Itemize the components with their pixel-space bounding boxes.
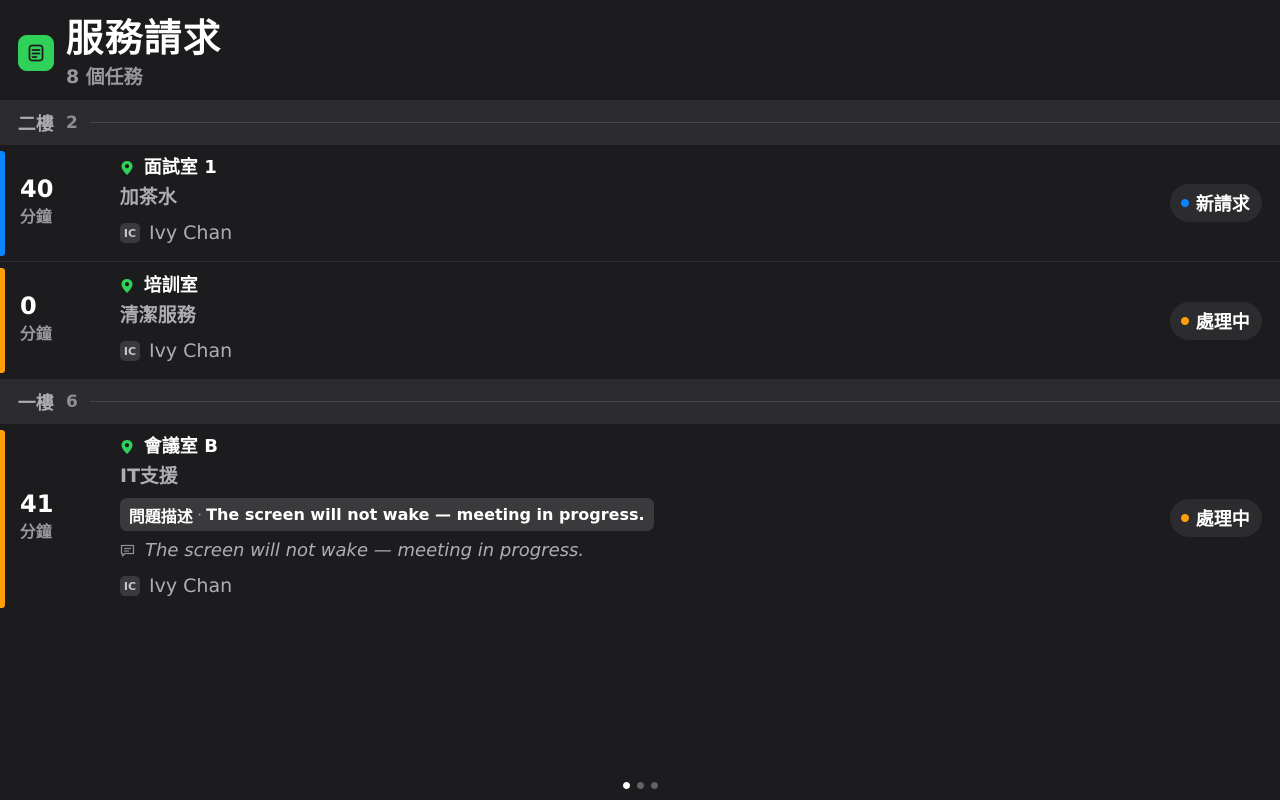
section-divider [89,122,1280,123]
service-type: 清潔服務 [120,304,197,326]
status-dot-icon [1181,317,1189,325]
location: 面試室 1 [120,156,217,180]
status-accent-bar [0,268,5,373]
page-indicator[interactable] [0,782,1280,789]
location-pin-icon [121,440,133,454]
status-badge[interactable]: 新請求 [1170,184,1262,222]
status-badge[interactable]: 處理中 [1170,499,1262,537]
section-header-floor-2: 二樓 2 [0,100,1280,145]
assignee: IC Ivy Chan [120,221,232,245]
status-badge[interactable]: 處理中 [1170,302,1262,340]
request-row[interactable]: 0 分鐘 培訓室 清潔服務 IC Ivy Chan 處理中 [0,262,1280,379]
status-label: 處理中 [1196,509,1250,530]
request-row[interactable]: 41 分鐘 會議室 B IT支援 問題描述 · The screen will … [0,424,1280,614]
status-accent-bar [0,151,5,256]
location-pin-icon [121,279,133,293]
description-label: 問題描述 [129,506,194,526]
elapsed-minutes: 41 [20,490,54,518]
status-label: 新請求 [1196,194,1250,215]
elapsed-unit: 分鐘 [20,522,53,541]
page-title: 服務請求 [66,16,223,60]
assignee-name: Ivy Chan [149,222,233,244]
elapsed-minutes: 0 [20,292,37,320]
request-row[interactable]: 40 分鐘 面試室 1 加茶水 IC Ivy Chan 新請求 [0,145,1280,262]
elapsed-minutes: 40 [20,175,54,203]
location: 會議室 B [120,435,218,459]
note-icon [18,35,54,71]
location-name: 面試室 1 [144,157,217,178]
section-count: 2 [66,112,78,133]
description-text: The screen will not wake — meeting in pr… [206,505,645,524]
note: The screen will not wake — meeting in pr… [120,539,584,563]
comment-icon [120,544,135,557]
avatar: IC [120,223,140,243]
page-dot-2[interactable] [636,782,644,789]
section-name: 一樓 [18,392,54,414]
location: 培訓室 [120,274,198,298]
assignee: IC Ivy Chan [120,339,232,363]
elapsed-unit: 分鐘 [20,207,53,226]
service-type: IT支援 [120,465,179,487]
description-separator: · [197,505,203,524]
assignee-name: Ivy Chan [149,575,233,597]
location-name: 會議室 B [144,436,218,457]
note-text: The screen will not wake — meeting in pr… [145,540,585,561]
header: 服務請求 8 個任務 [0,0,1280,100]
avatar: IC [120,576,140,596]
page-dot-3[interactable] [650,782,658,789]
status-dot-icon [1181,199,1189,207]
location-name: 培訓室 [144,275,198,296]
section-count: 6 [66,391,78,412]
service-type: 加茶水 [120,186,178,208]
location-pin-icon [121,161,133,175]
section-divider [89,401,1280,402]
assignee: IC Ivy Chan [120,574,232,598]
service-requests-screen: 服務請求 8 個任務 二樓 2 40 分鐘 面試室 1 加茶水 IC Ivy C… [0,0,1280,800]
assignee-name: Ivy Chan [149,340,233,362]
section-header-floor-1: 一樓 6 [0,379,1280,424]
task-count: 8 個任務 [66,66,143,88]
section-name: 二樓 [18,113,54,135]
avatar: IC [120,341,140,361]
issue-description-chip: 問題描述 · The screen will not wake — meetin… [120,498,654,531]
page-dot-1[interactable] [622,782,630,789]
status-dot-icon [1181,514,1189,522]
status-label: 處理中 [1196,312,1250,333]
status-accent-bar [0,430,5,608]
elapsed-unit: 分鐘 [20,324,53,343]
